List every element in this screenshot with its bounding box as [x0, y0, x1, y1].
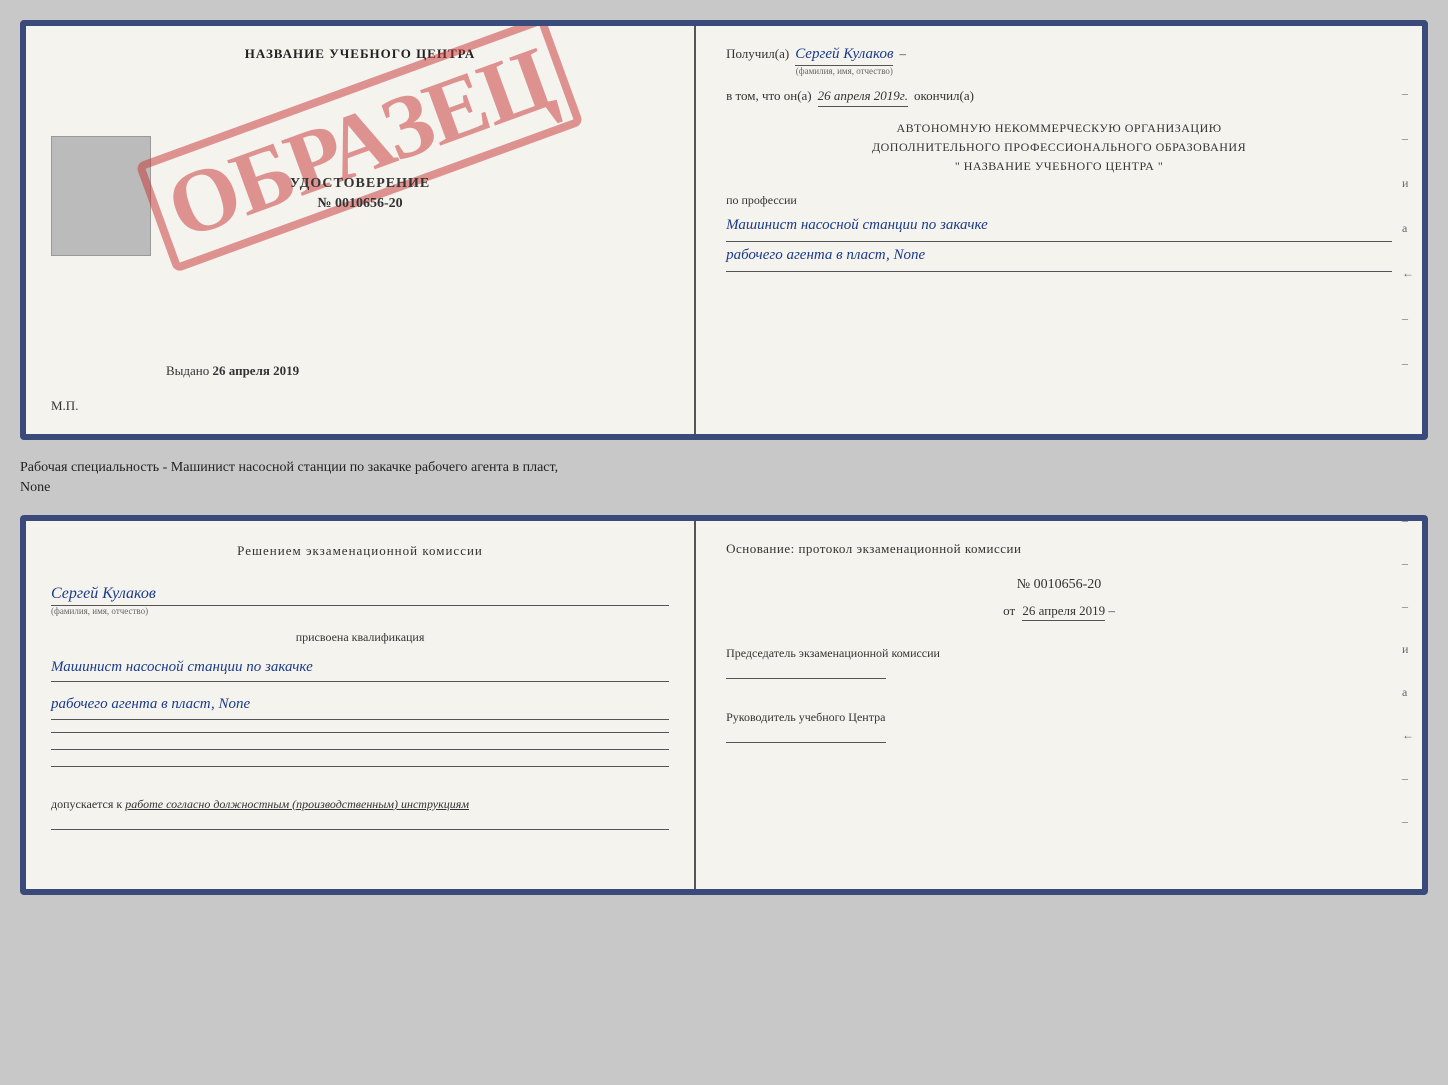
right-edge-dashes: – – и а ← – – [1402, 86, 1414, 371]
dash-top: – [899, 46, 906, 62]
subtitle-text1: Рабочая специальность - Машинист насосно… [20, 460, 558, 475]
profession-line1-top: Машинист насосной станции по закачке [726, 212, 1392, 242]
protocol-num: № 0010656-20 [726, 577, 1392, 593]
bottom-left-panel: Решением экзаменационной комиссии Сергей… [26, 521, 696, 889]
okonchil-label: окончил(а) [914, 88, 974, 104]
rukov-label: Руководитель учебного Центра [726, 708, 1392, 726]
dopuskaetsya-label: допускается к [51, 797, 122, 811]
top-document: НАЗВАНИЕ УЧЕБНОГО ЦЕНТРА ОБРАЗЕЦ УДОСТОВ… [20, 20, 1428, 440]
chairman-label: Председатель экзаменационной комиссии [726, 644, 1392, 662]
vydano-line: Выдано 26 апреля 2019 [166, 363, 299, 379]
institution-name-top: НАЗВАНИЕ УЧЕБНОГО ЦЕНТРА [245, 46, 476, 62]
date-value-top: 26 апреля 2019г. [818, 88, 908, 107]
family-sublabel-bottom: (фамилия, имя, отчество) [51, 606, 669, 616]
dopuskaetsya-block: допускается к работе согласно должностны… [51, 795, 669, 813]
osnov-label: Основание: протокол экзаменационной коми… [726, 541, 1392, 557]
qual-line2: рабочего агента в пласт, None [51, 690, 669, 720]
bottom-document: Решением экзаменационной комиссии Сергей… [20, 515, 1428, 895]
top-right-panel: Получил(а) Сергей Кулаков (фамилия, имя,… [696, 26, 1422, 434]
poluchil-label: Получил(а) [726, 46, 789, 62]
vydano-label: Выдано [166, 363, 209, 378]
org-line1: АВТОНОМНУЮ НЕКОММЕРЧЕСКУЮ ОРГАНИЗАЦИЮ [726, 119, 1392, 138]
qual-line1: Машинист насосной станции по закачке [51, 653, 669, 683]
commission-title: Решением экзаменационной комиссии [51, 541, 669, 561]
ot-label: от [1003, 603, 1015, 618]
bottom-right-edge-dashes: – – – и а ← – – [1402, 515, 1414, 829]
chairman-signature-line [726, 678, 886, 679]
prisvoena-label: присвоена квалификация [51, 630, 669, 645]
family-label-top: (фамилия, имя, отчество) [796, 66, 893, 76]
po-professii: по профессии [726, 193, 1392, 208]
udostoverenie-title: УДОСТОВЕРЕНИЕ [290, 176, 430, 192]
vydano-date: 26 апреля 2019 [213, 363, 300, 378]
profession-line2-top: рабочего агента в пласт, None [726, 242, 1392, 272]
udostoverenie-block: УДОСТОВЕРЕНИЕ № 0010656-20 [290, 176, 430, 212]
recipient-line: Получил(а) Сергей Кулаков (фамилия, имя,… [726, 46, 1392, 76]
org-line3: " НАЗВАНИЕ УЧЕБНОГО ЦЕНТРА " [726, 157, 1392, 176]
udostoverenie-num: № 0010656-20 [290, 196, 430, 212]
protocol-date-value: 26 апреля 2019 [1022, 603, 1105, 621]
org-line2: ДОПОЛНИТЕЛЬНОГО ПРОФЕССИОНАЛЬНОГО ОБРАЗО… [726, 138, 1392, 157]
rukov-block: Руководитель учебного Центра [726, 708, 1392, 747]
page-wrapper: НАЗВАНИЕ УЧЕБНОГО ЦЕНТРА ОБРАЗЕЦ УДОСТОВ… [20, 20, 1428, 895]
org-block: АВТОНОМНУЮ НЕКОММЕРЧЕСКУЮ ОРГАНИЗАЦИЮ ДО… [726, 119, 1392, 177]
profession-block-top: по профессии Машинист насосной станции п… [726, 193, 1392, 272]
rukov-signature-line [726, 742, 886, 743]
photo-placeholder [51, 136, 151, 256]
chairman-block: Председатель экзаменационной комиссии [726, 644, 1392, 683]
recipient-name: Сергей Кулаков [795, 46, 893, 66]
subtitle-block: Рабочая специальность - Машинист насосно… [20, 450, 1428, 505]
protocol-date: от 26 апреля 2019 – [726, 603, 1392, 619]
vtom-label: в том, что он(а) [726, 88, 812, 104]
person-name-bottom: Сергей Кулаков [51, 585, 669, 606]
bottom-right-panel: Основание: протокол экзаменационной коми… [696, 521, 1422, 889]
subtitle-text2: None [20, 480, 50, 495]
mp-line: М.П. [51, 398, 78, 414]
top-left-panel: НАЗВАНИЕ УЧЕБНОГО ЦЕНТРА ОБРАЗЕЦ УДОСТОВ… [26, 26, 696, 434]
date-line-top: в том, что он(а) 26 апреля 2019г. окончи… [726, 88, 1392, 107]
dopuskaetsya-value: работе согласно должностным (производств… [125, 797, 469, 811]
